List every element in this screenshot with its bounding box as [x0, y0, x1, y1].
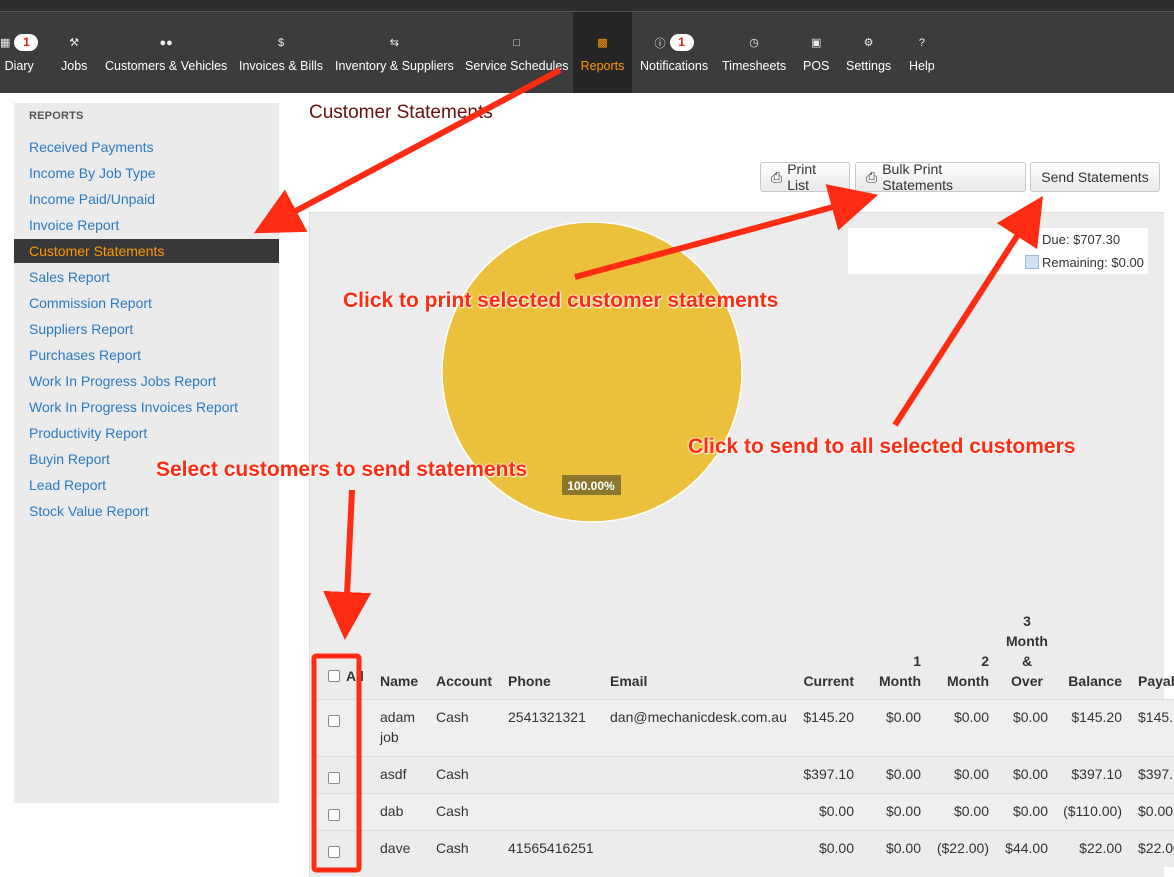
arrow-to-send-statements — [892, 195, 1044, 427]
arrow-to-checkboxes — [323, 489, 372, 640]
annotation-send: Click to send to all selected customers — [688, 435, 1076, 458]
arrow-to-bulk-print — [574, 184, 879, 280]
arrow-to-customer-statements — [253, 67, 562, 234]
annotation-select: Select customers to send statements — [156, 458, 528, 481]
checkbox-highlight-box — [311, 653, 362, 873]
annotation-print: Click to print selected customer stateme… — [343, 289, 779, 312]
